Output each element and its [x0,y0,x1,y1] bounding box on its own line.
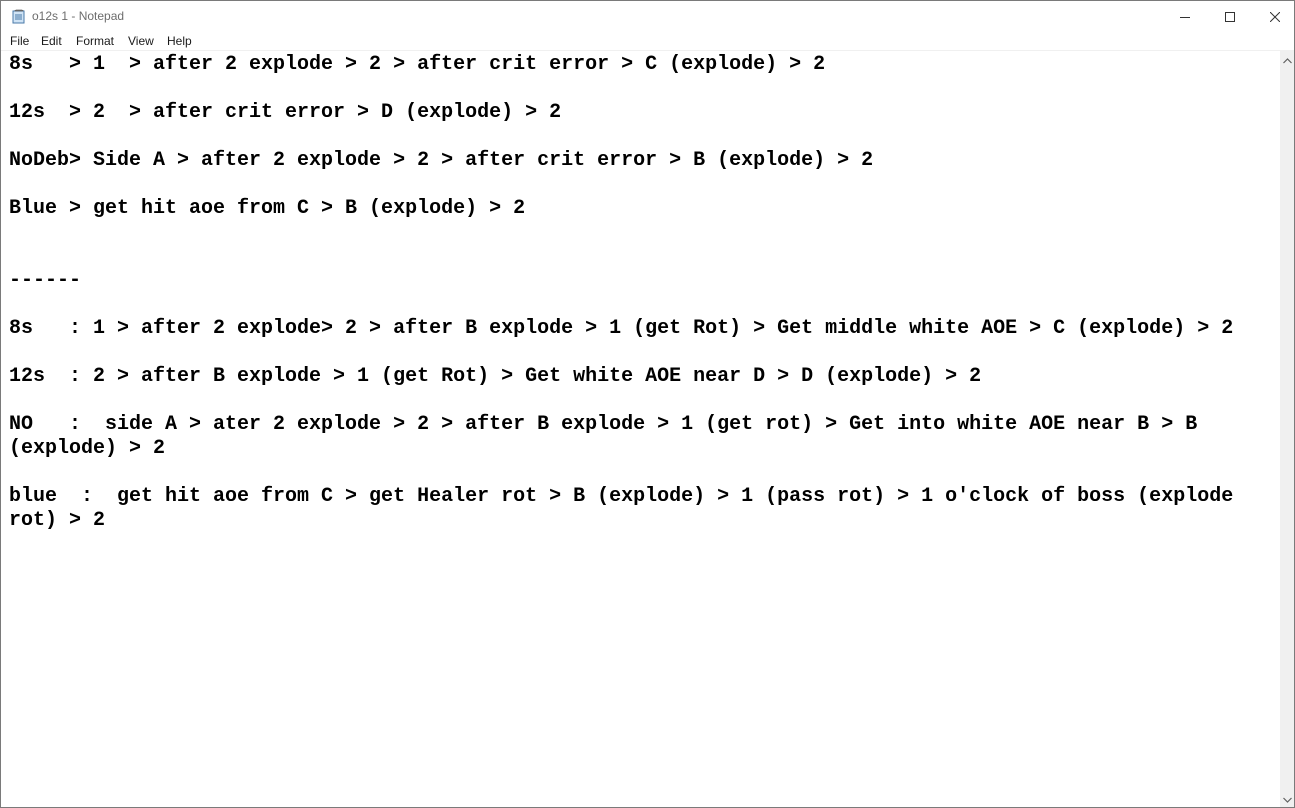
menu-bar: File Edit Format View Help [1,32,1294,51]
menu-edit[interactable]: Edit [41,34,62,49]
chevron-up-icon [1282,51,1292,69]
menu-file[interactable]: File [10,34,29,49]
chevron-down-icon [1282,790,1292,808]
minimize-button[interactable] [1162,1,1208,32]
editor-content[interactable]: 8s > 1 > after 2 explode > 2 > after cri… [9,53,1275,533]
maximize-button[interactable] [1207,1,1253,32]
minimize-icon [1180,12,1190,22]
close-button[interactable] [1252,1,1294,32]
maximize-icon [1225,11,1235,22]
notepad-window: o12s 1 - Notepad File Edit Format View H… [0,0,1295,808]
vertical-scrollbar[interactable] [1280,51,1294,807]
menu-format[interactable]: Format [76,34,114,49]
close-icon [1270,11,1280,22]
menu-view[interactable]: View [128,34,154,49]
window-title: o12s 1 - Notepad [32,9,125,23]
scroll-down-button[interactable] [1280,790,1294,807]
scroll-up-button[interactable] [1280,51,1294,68]
title-bar[interactable]: o12s 1 - Notepad [1,1,1294,32]
text-editor[interactable]: 8s > 1 > after 2 explode > 2 > after cri… [1,51,1280,807]
menu-help[interactable]: Help [167,34,192,49]
notepad-icon [12,8,26,24]
